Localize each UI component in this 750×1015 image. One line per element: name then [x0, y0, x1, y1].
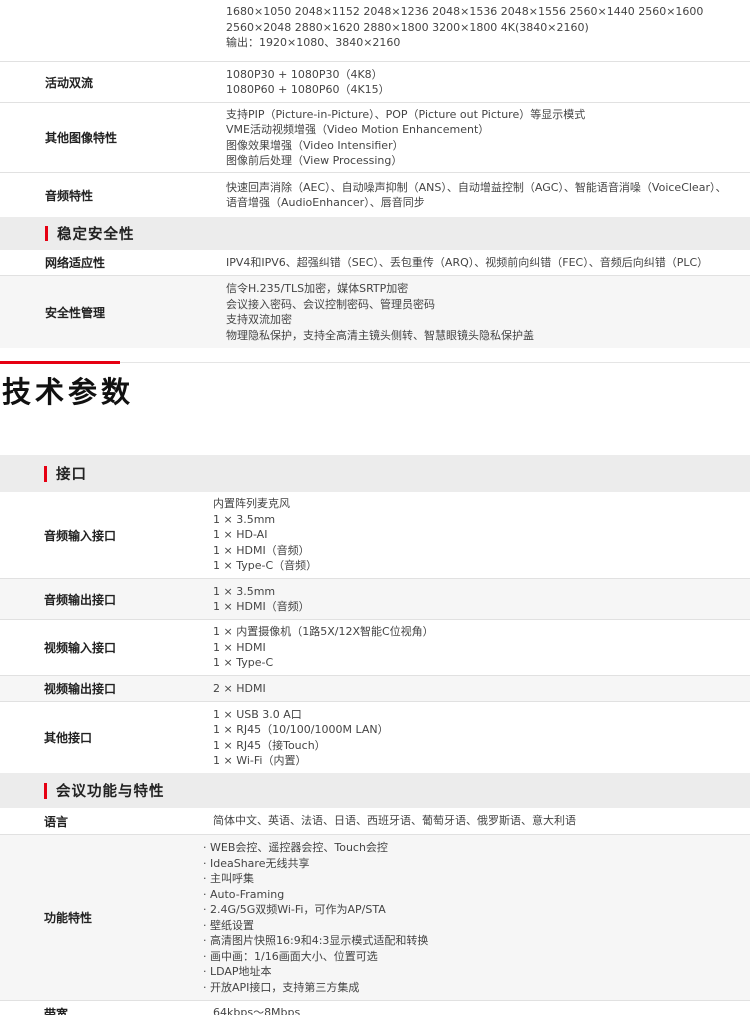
spec-line: · IdeaShare无线共享 — [203, 856, 310, 870]
spec-line: 1 × RJ45（10/100/1000M LAN） — [213, 723, 389, 736]
spec-line: · 画中画：1/16画面大小、位置可选 — [203, 949, 378, 963]
spec-label: 音频输入接口 — [44, 528, 117, 543]
resolution-line: 输出：1920×1080、3840×2160 — [226, 36, 401, 49]
spec-line: 1 × Wi-Fi（内置） — [213, 754, 307, 767]
resolution-line: 2560×2048 2880×1620 2880×1800 3200×1800 … — [226, 20, 589, 34]
spec-line: · 开放API接口，支持第三方集成 — [203, 980, 360, 994]
spec-line: 1080P30 + 1080P30（4K8） — [226, 67, 383, 81]
spec-line: · 壁纸设置 — [203, 918, 254, 932]
spec-line: · Auto-Framing — [203, 887, 285, 901]
spec-label: 带宽 — [44, 1007, 69, 1015]
spec-line: 简体中文、英语、法语、日语、西班牙语、葡萄牙语、俄罗斯语、意大利语 — [213, 814, 576, 828]
spec-line: 图像前后处理（View Processing） — [226, 154, 403, 167]
spec-line: 内置阵列麦克风 — [213, 497, 290, 511]
section-title: 会议功能与特性 — [56, 784, 165, 800]
spec-label: 网络适应性 — [45, 256, 106, 270]
section-title: 接口 — [56, 467, 87, 483]
section-header-stability: 稳定安全性 — [0, 217, 750, 250]
spec-values: 1 × 3.5mm 1 × HDMI（音频） — [213, 579, 310, 619]
spec-row-video-output: 视频输出接口 2 × HDMI — [0, 676, 750, 702]
spec-values: 内置阵列麦克风 1 × 3.5mm 1 × HD-AI 1 × HDMI（音频）… — [213, 492, 317, 578]
spec-line: 1 × 3.5mm — [213, 512, 276, 526]
spec-label: 其他接口 — [44, 731, 93, 745]
spec-label: 语言 — [44, 814, 69, 829]
spec-label: 音频输出接口 — [44, 592, 117, 607]
spec-row-network: 网络适应性 IPV4和IPV6、超强纠错（SEC）、丢包重传（ARQ）、视频前向… — [0, 250, 750, 276]
spec-label: 视频输出接口 — [44, 682, 117, 696]
spec-row-bandwidth: 带宽 64kbps～8Mbps — [0, 1001, 750, 1015]
spec-line: · 主叫呼集 — [203, 872, 254, 885]
spec-line: IPV4和IPV6、超强纠错（SEC）、丢包重传（ARQ）、视频前向纠错（FEC… — [226, 255, 709, 269]
resolution-values: 1680×1050 2048×1152 2048×1236 2048×1536 … — [226, 4, 703, 51]
spec-line: 会议接入密码、会议控制密码、管理员密码 — [226, 297, 435, 311]
spec-row-dual-stream: 活动双流 1080P30 + 1080P30（4K8） 1080P60 + 10… — [0, 62, 750, 103]
spec-line: 1080P60 + 1080P60（4K15） — [226, 83, 390, 96]
spec-line: 1 × Type-C — [213, 656, 274, 670]
spec-line: 信令H.235/TLS加密，媒体SRTP加密 — [226, 282, 409, 295]
section-header-interface: 接口 — [0, 455, 750, 492]
spec-values: 2 × HDMI — [213, 676, 266, 701]
title-divider — [120, 362, 750, 363]
page-title: 技术参数 — [2, 375, 135, 409]
spec-line: 64kbps～8Mbps — [213, 1006, 301, 1015]
spec-row-features: 功能特性 · WEB会控、遥控器会控、Touch会控 · IdeaShare无线… — [0, 835, 750, 1001]
spec-line: 1 × HDMI（音频） — [213, 600, 310, 613]
spec-line: 支持双流加密 — [226, 313, 292, 326]
spec-line: 1 × RJ45（接Touch） — [213, 738, 326, 752]
spec-line: 1 × HD-AI — [213, 528, 268, 542]
spec-row-language: 语言 简体中文、英语、法语、日语、西班牙语、葡萄牙语、俄罗斯语、意大利语 — [0, 808, 750, 835]
spec-values: 信令H.235/TLS加密，媒体SRTP加密 会议接入密码、会议控制密码、管理员… — [226, 276, 534, 348]
spec-label: 视频输入接口 — [44, 641, 117, 655]
spec-line: VME活动视频增强（Video Motion Enhancement） — [226, 123, 490, 136]
spec-line: 1 × HDMI — [213, 640, 266, 654]
spec-line: · LDAP地址本 — [203, 965, 272, 978]
spec-row-audio-input: 音频输入接口 内置阵列麦克风 1 × 3.5mm 1 × HD-AI 1 × H… — [0, 492, 750, 579]
spec-line: · 高清图片快照16:9和4:3显示模式适配和转换 — [203, 934, 429, 947]
spec-line: 1 × 内置摄像机（1路5X/12X智能C位视角） — [213, 625, 434, 639]
spec-values: 1 × USB 3.0 A口 1 × RJ45（10/100/1000M LAN… — [213, 702, 389, 773]
spec-line: 语音增强（AudioEnhancer）、唇音同步 — [226, 196, 425, 209]
spec-values: · WEB会控、遥控器会控、Touch会控 · IdeaShare无线共享 · … — [203, 835, 428, 1000]
spec-line: 1 × 3.5mm — [213, 584, 276, 598]
spec-line: 1 × Type-C（音频） — [213, 559, 318, 573]
spec-values: 快速回声消除（AEC）、自动噪声抑制（ANS）、自动增益控制（AGC）、智能语音… — [226, 173, 726, 217]
section-accent-bar — [44, 782, 47, 799]
spec-values: 1080P30 + 1080P30（4K8） 1080P60 + 1080P60… — [226, 62, 390, 102]
spec-values: IPV4和IPV6、超强纠错（SEC）、丢包重传（ARQ）、视频前向纠错（FEC… — [226, 250, 708, 275]
spec-label: 活动双流 — [45, 75, 94, 90]
spec-line: · 2.4G/5G双频Wi-Fi，可作为AP/STA — [203, 903, 386, 916]
spec-label: 音频特性 — [45, 188, 94, 203]
spec-line: 2 × HDMI — [213, 681, 266, 695]
spec-row-audio-features: 音频特性 快速回声消除（AEC）、自动噪声抑制（ANS）、自动增益控制（AGC）… — [0, 173, 750, 217]
spec-line: · WEB会控、遥控器会控、Touch会控 — [203, 841, 388, 854]
spec-line: 图像效果增强（Video Intensifier） — [226, 138, 404, 152]
spec-line: 支持PIP（Picture-in-Picture）、POP（Picture ou… — [226, 107, 586, 121]
spec-line: 1 × USB 3.0 A口 — [213, 707, 302, 721]
spec-row-audio-output: 音频输出接口 1 × 3.5mm 1 × HDMI（音频） — [0, 579, 750, 620]
spec-values: 64kbps～8Mbps — [213, 1005, 300, 1015]
section-title: 稳定安全性 — [57, 227, 135, 243]
section-accent-bar — [44, 465, 47, 482]
spec-line: 物理隐私保护，支持全高清主镜头侧转、智慧眼镜头隐私保护盖 — [226, 328, 534, 342]
spec-line: 快速回声消除（AEC）、自动噪声抑制（ANS）、自动增益控制（AGC）、智能语音… — [226, 180, 727, 194]
spec-label: 安全性管理 — [45, 305, 106, 320]
resolution-line: 1680×1050 2048×1152 2048×1236 2048×1536 … — [226, 5, 704, 18]
resolution-row: 1680×1050 2048×1152 2048×1236 2048×1536 … — [0, 0, 750, 62]
title-accent-line — [0, 361, 120, 364]
spec-row-video-input: 视频输入接口 1 × 内置摄像机（1路5X/12X智能C位视角） 1 × HDM… — [0, 620, 750, 676]
spec-label: 其他图像特性 — [45, 131, 118, 145]
spec-values: 简体中文、英语、法语、日语、西班牙语、葡萄牙语、俄罗斯语、意大利语 — [213, 808, 576, 834]
spec-values: 支持PIP（Picture-in-Picture）、POP（Picture ou… — [226, 103, 585, 172]
section-accent-bar — [45, 226, 48, 241]
spec-line: 1 × HDMI（音频） — [213, 543, 310, 557]
spec-row-image-features: 其他图像特性 支持PIP（Picture-in-Picture）、POP（Pic… — [0, 103, 750, 173]
spec-values: 1 × 内置摄像机（1路5X/12X智能C位视角） 1 × HDMI 1 × T… — [213, 620, 434, 675]
spec-label: 功能特性 — [44, 911, 93, 925]
spec-row-security: 安全性管理 信令H.235/TLS加密，媒体SRTP加密 会议接入密码、会议控制… — [0, 276, 750, 348]
section-header-meeting: 会议功能与特性 — [0, 773, 750, 808]
spec-row-other-interfaces: 其他接口 1 × USB 3.0 A口 1 × RJ45（10/100/1000… — [0, 702, 750, 773]
